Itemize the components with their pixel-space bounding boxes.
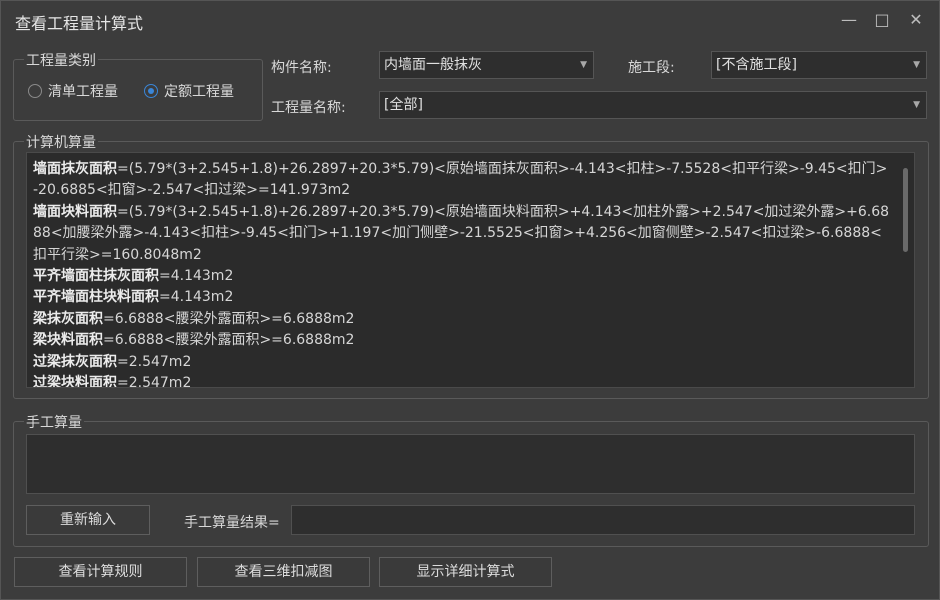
title-bar[interactable]: 查看工程量计算式 — □ ✕ <box>1 1 939 39</box>
calc-formula-name: 墙面抹灰面积 <box>33 161 117 177</box>
calc-formula-name: 平齐墙面柱抹灰面积 <box>33 268 159 285</box>
calc-formula-name: 平齐墙面柱块料面积 <box>33 289 159 306</box>
calc-formula-line: 平齐墙面柱块料面积=4.143m2 <box>33 287 891 308</box>
calc-formula-expression: =4.143m2 <box>159 289 234 306</box>
manual-calc-input[interactable] <box>26 434 915 494</box>
vertical-scrollbar[interactable] <box>899 154 913 386</box>
stage-label: 施工段: <box>628 60 675 76</box>
dialog-window: 查看工程量计算式 — □ ✕ 工程量类别 清单工程量 定额工程量 构件名称: 内… <box>0 0 940 600</box>
radio-bill-quantity-label: 清单工程量 <box>48 84 118 100</box>
calc-formula-expression: =2.547m2 <box>117 353 192 370</box>
calc-formula-name: 墙面块料面积 <box>33 203 117 220</box>
calc-formula-name: 过梁块料面积 <box>33 375 117 388</box>
calc-formula-name: 梁抹灰面积 <box>33 310 103 327</box>
component-name-value: 内墙面一般抹灰 <box>384 57 482 73</box>
scrollbar-thumb[interactable] <box>903 168 908 252</box>
calc-formula-line: 梁抹灰面积=6.6888<腰梁外露面积>=6.6888m2 <box>33 309 891 330</box>
manual-calc-legend: 手工算量 <box>24 412 84 432</box>
quantity-name-select[interactable]: [全部] ▼ <box>379 91 927 119</box>
calc-formula-line: 过梁块料面积=2.547m2 <box>33 373 891 388</box>
calc-formula-expression: =2.547m2 <box>117 375 192 388</box>
calc-formula-line: 过梁抹灰面积=2.547m2 <box>33 352 891 373</box>
calc-formula-line: 墙面抹灰面积=(5.79*(3+2.545+1.8)+26.2897+20.3*… <box>33 159 891 202</box>
manual-result-label: 手工算量结果= <box>184 515 280 531</box>
calc-formula-expression: =4.143m2 <box>159 268 234 285</box>
calc-formula-expression: =(5.79*(3+2.545+1.8)+26.2897+20.3*5.79)<… <box>33 203 890 263</box>
manual-result-field[interactable] <box>291 505 915 535</box>
show-detail-formula-button[interactable]: 显示详细计算式 <box>379 557 552 587</box>
radio-bill-quantity[interactable]: 清单工程量 <box>28 81 118 101</box>
view-rules-button[interactable]: 查看计算规则 <box>14 557 187 587</box>
computer-calc-legend: 计算机算量 <box>24 132 98 152</box>
chevron-down-icon: ▼ <box>913 100 920 110</box>
component-name-label: 构件名称: <box>271 60 332 76</box>
quantity-name-label: 工程量名称: <box>271 100 346 116</box>
radio-quota-quantity-label: 定额工程量 <box>164 84 234 100</box>
chevron-down-icon: ▼ <box>913 60 920 70</box>
calc-formula-expression: =6.6888<腰梁外露面积>=6.6888m2 <box>103 310 355 327</box>
calc-formula-line: 梁块料面积=6.6888<腰梁外露面积>=6.6888m2 <box>33 330 891 351</box>
component-name-select[interactable]: 内墙面一般抹灰 ▼ <box>379 51 594 79</box>
reenter-button[interactable]: 重新输入 <box>26 505 150 535</box>
calc-formula-expression: =(5.79*(3+2.545+1.8)+26.2897+20.3*5.79)<… <box>33 161 888 199</box>
calc-formula-name: 梁块料面积 <box>33 332 103 349</box>
close-icon[interactable]: ✕ <box>905 9 927 31</box>
minimize-icon[interactable]: — <box>838 9 860 31</box>
view-3d-deduction-button[interactable]: 查看三维扣减图 <box>197 557 370 587</box>
maximize-icon[interactable]: □ <box>871 9 893 31</box>
calc-formula-expression: =6.6888<腰梁外露面积>=6.6888m2 <box>103 332 355 349</box>
quantity-type-legend: 工程量类别 <box>24 50 98 70</box>
calc-formula-line: 墙面块料面积=(5.79*(3+2.545+1.8)+26.2897+20.3*… <box>33 202 891 266</box>
stage-value: [不含施工段] <box>716 57 797 73</box>
chevron-down-icon: ▼ <box>580 60 587 70</box>
radio-checked-icon[interactable] <box>144 84 158 98</box>
calc-formula-name: 过梁抹灰面积 <box>33 353 117 370</box>
quantity-name-value: [全部] <box>384 97 423 113</box>
radio-quota-quantity[interactable]: 定额工程量 <box>144 81 234 101</box>
calc-formula-lines: 墙面抹灰面积=(5.79*(3+2.545+1.8)+26.2897+20.3*… <box>33 159 891 388</box>
calc-formula-textarea[interactable]: 墙面抹灰面积=(5.79*(3+2.545+1.8)+26.2897+20.3*… <box>26 152 915 388</box>
radio-unchecked-icon[interactable] <box>28 84 42 98</box>
stage-select[interactable]: [不含施工段] ▼ <box>711 51 927 79</box>
window-title: 查看工程量计算式 <box>15 14 144 33</box>
calc-formula-line: 平齐墙面柱抹灰面积=4.143m2 <box>33 266 891 287</box>
